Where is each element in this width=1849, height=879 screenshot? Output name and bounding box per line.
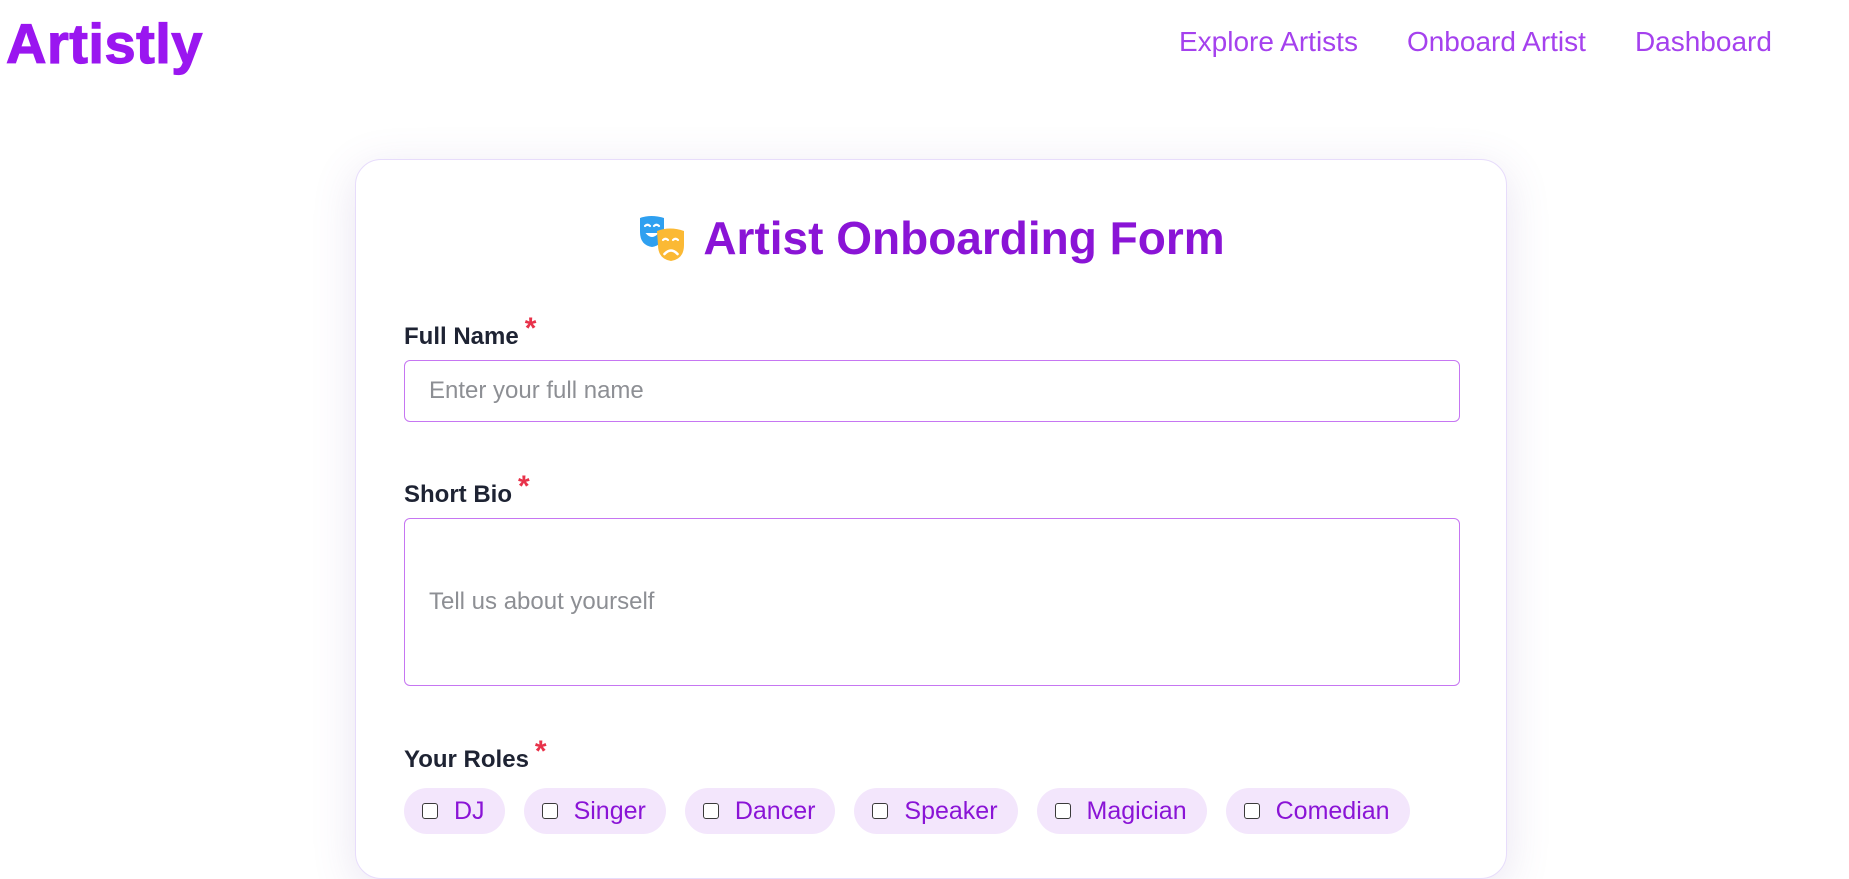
top-navbar: Artistly Explore Artists Onboard Artist … <box>0 0 1849 80</box>
role-option-dj[interactable]: DJ <box>404 788 505 834</box>
role-option-dancer[interactable]: Dancer <box>684 788 836 834</box>
role-label-dancer: Dancer <box>734 797 816 825</box>
brand-logo[interactable]: Artistly <box>5 4 203 84</box>
nav-link-dashboard[interactable]: Dashboard <box>1635 22 1772 62</box>
role-checkbox-singer[interactable] <box>541 803 558 819</box>
role-label-comedian: Comedian <box>1275 797 1390 825</box>
required-marker: * <box>524 312 537 345</box>
role-label-singer: Singer <box>573 797 646 825</box>
roles-options: DJ Singer Dancer Speaker Magician Comedi… <box>404 788 1410 834</box>
short-bio-placeholder: Tell us about yourself <box>429 588 655 615</box>
form-title: Artist Onboarding Form <box>356 208 1506 268</box>
full-name-input[interactable] <box>404 360 1460 422</box>
role-option-magician[interactable]: Magician <box>1036 788 1207 834</box>
onboarding-form-card: Artist Onboarding Form Full Name* Short … <box>355 159 1507 879</box>
required-marker: * <box>518 470 530 503</box>
form-title-text: Artist Onboarding Form <box>703 212 1225 264</box>
role-checkbox-comedian[interactable] <box>1243 803 1260 819</box>
role-checkbox-dj[interactable] <box>422 803 438 819</box>
role-option-singer[interactable]: Singer <box>523 788 666 834</box>
short-bio-label: Short Bio * <box>404 472 530 510</box>
role-option-speaker[interactable]: Speaker <box>854 788 1018 834</box>
role-label-magician: Magician <box>1086 797 1187 825</box>
roles-label-text: Your Roles <box>404 746 529 773</box>
role-checkbox-dancer[interactable] <box>702 803 719 819</box>
short-bio-label-text: Short Bio <box>404 481 512 508</box>
nav-link-onboard-artist[interactable]: Onboard Artist <box>1407 22 1586 62</box>
nav-links: Explore Artists Onboard Artist Dashboard <box>1179 22 1772 62</box>
performing-arts-masks-icon <box>637 213 687 263</box>
role-checkbox-speaker[interactable] <box>872 803 889 819</box>
short-bio-textarea[interactable]: Tell us about yourself <box>404 518 1460 686</box>
full-name-label: Full Name * <box>404 314 536 352</box>
roles-label: Your Roles * <box>404 737 547 775</box>
role-checkbox-magician[interactable] <box>1054 803 1071 819</box>
role-option-comedian[interactable]: Comedian <box>1225 788 1410 834</box>
nav-link-explore-artists[interactable]: Explore Artists <box>1179 22 1358 62</box>
full-name-label-text: Full Name <box>404 323 519 350</box>
role-label-speaker: Speaker <box>904 797 998 825</box>
required-marker: * <box>534 735 547 768</box>
role-label-dj: DJ <box>454 797 485 825</box>
